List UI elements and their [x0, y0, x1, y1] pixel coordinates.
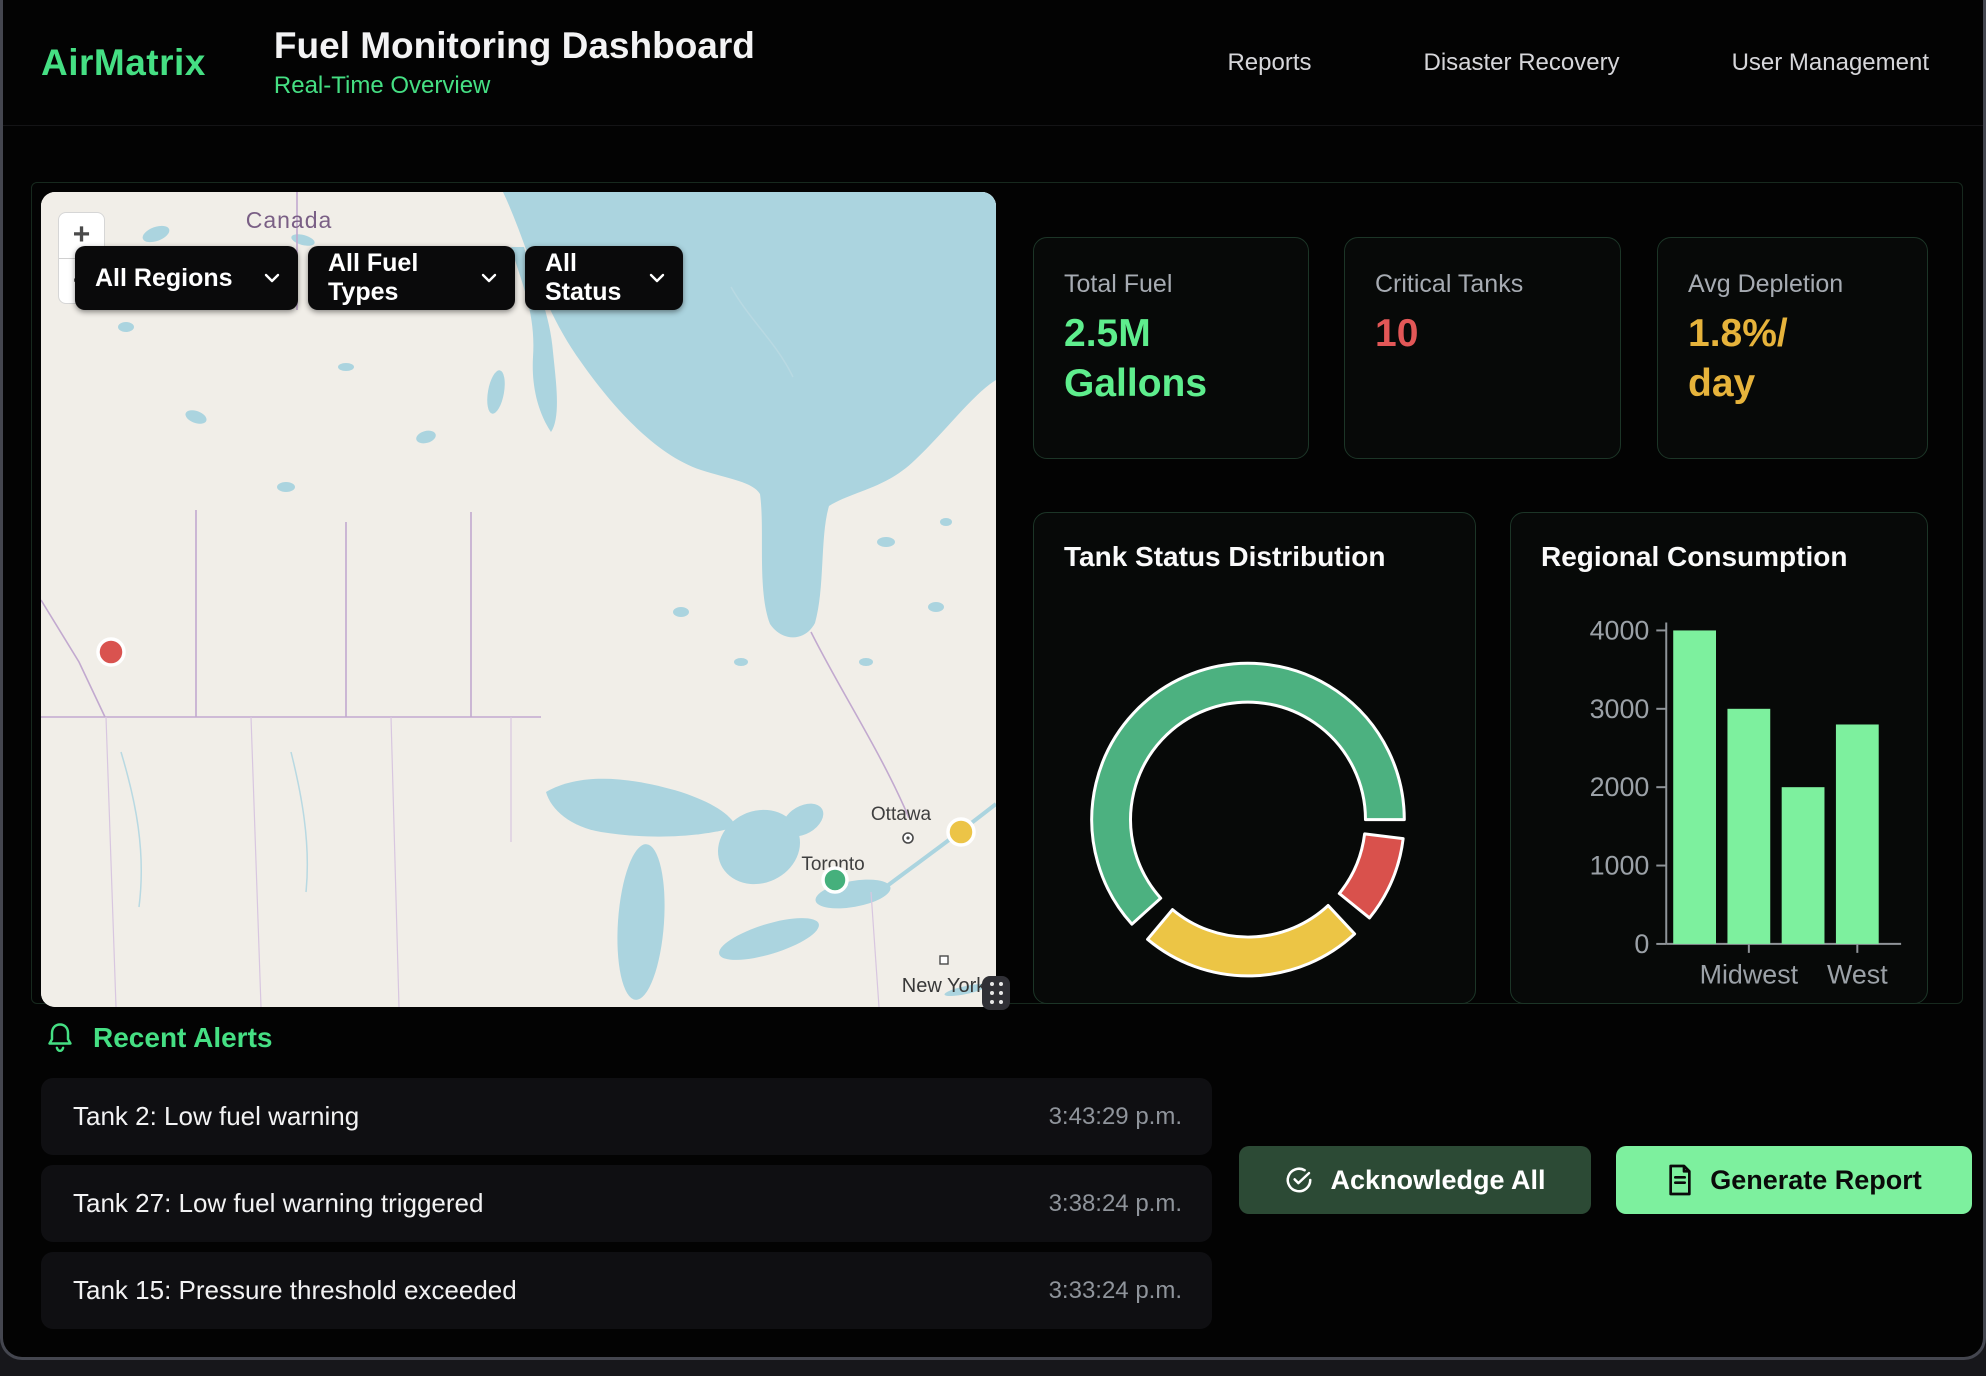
- map-canvas: Canada Ottawa Toronto New York: [41, 192, 996, 1007]
- new-york-city-symbol: [940, 956, 948, 964]
- alert-time: 3:33:24 p.m.: [1049, 1277, 1182, 1305]
- stat-value: 10: [1375, 309, 1590, 359]
- generate-report-label: Generate Report: [1710, 1165, 1922, 1196]
- page-subtitle: Real-Time Overview: [274, 72, 755, 100]
- tank-status-card: Tank Status Distribution: [1033, 512, 1476, 1004]
- y-tick-label: 2000: [1590, 772, 1650, 802]
- y-tick-label: 0: [1634, 929, 1649, 959]
- status-dropdown[interactable]: All Status: [525, 246, 683, 310]
- check-circle-icon: [1284, 1165, 1314, 1195]
- bell-icon: [45, 1022, 75, 1054]
- dashboard-window: AirMatrix Fuel Monitoring Dashboard Real…: [0, 0, 1986, 1360]
- stat-card-avg-depletion: Avg Depletion 1.8%/day: [1657, 237, 1928, 459]
- donut-segment-warning: [1148, 906, 1355, 976]
- stat-value: 2.5MGallons: [1064, 309, 1278, 409]
- bar-region-0: [1673, 630, 1716, 943]
- regions-dropdown[interactable]: All Regions: [75, 246, 298, 310]
- bar-region-3: [1836, 724, 1879, 943]
- x-tick-label: Midwest: [1700, 960, 1799, 990]
- stat-value: 1.8%/day: [1688, 309, 1897, 409]
- stat-label: Total Fuel: [1064, 270, 1278, 299]
- chevron-down-icon: [649, 273, 665, 283]
- generate-report-button[interactable]: Generate Report: [1616, 1146, 1972, 1214]
- header: AirMatrix Fuel Monitoring Dashboard Real…: [3, 0, 1983, 126]
- ottawa-city-dot: [906, 836, 909, 839]
- stat-card-critical-tanks: Critical Tanks 10: [1344, 237, 1621, 459]
- alerts-header: Recent Alerts: [45, 1022, 272, 1054]
- map-label-canada: Canada: [246, 207, 333, 233]
- tank-status-donut-chart: [1034, 513, 1475, 1003]
- bar-region-1: [1727, 709, 1770, 944]
- alert-time: 3:43:29 p.m.: [1049, 1103, 1182, 1131]
- bar-region-2: [1782, 787, 1825, 944]
- stat-card-total-fuel: Total Fuel 2.5MGallons: [1033, 237, 1309, 459]
- regions-dropdown-value: All Regions: [95, 264, 233, 293]
- chevron-down-icon: [264, 273, 280, 283]
- fuel-map[interactable]: Canada Ottawa Toronto New York + − All R…: [41, 192, 996, 1007]
- nav-reports[interactable]: Reports: [1227, 49, 1311, 77]
- title-block: Fuel Monitoring Dashboard Real-Time Over…: [274, 25, 755, 100]
- page-title: Fuel Monitoring Dashboard: [274, 25, 755, 67]
- map-label-ottawa: Ottawa: [871, 804, 932, 825]
- x-tick-label: West: [1827, 960, 1888, 990]
- chevron-down-icon: [481, 273, 497, 283]
- alert-row: Tank 2: Low fuel warning 3:43:29 p.m.: [41, 1078, 1212, 1155]
- acknowledge-all-button[interactable]: Acknowledge All: [1239, 1146, 1591, 1214]
- fuel-types-dropdown-value: All Fuel Types: [328, 249, 467, 307]
- nav-disaster-recovery[interactable]: Disaster Recovery: [1424, 49, 1620, 77]
- map-filter-bar: All Regions All Fuel Types All Status: [75, 246, 683, 310]
- document-icon: [1666, 1164, 1694, 1196]
- alert-row: Tank 27: Low fuel warning triggered 3:38…: [41, 1165, 1212, 1242]
- fuel-types-dropdown[interactable]: All Fuel Types: [308, 246, 515, 310]
- map-label-new-york: New York: [902, 975, 987, 997]
- alert-time: 3:38:24 p.m.: [1049, 1190, 1182, 1218]
- donut-segment-critical: [1339, 834, 1403, 918]
- tank-marker-normal[interactable]: [823, 868, 847, 892]
- stat-label: Critical Tanks: [1375, 270, 1590, 299]
- map-resize-handle[interactable]: [982, 976, 1010, 1010]
- regional-consumption-bar-chart: 0 1000 2000 3000 4000 Midwest West: [1511, 513, 1927, 1003]
- alert-row: Tank 15: Pressure threshold exceeded 3:3…: [41, 1252, 1212, 1329]
- alert-text: Tank 27: Low fuel warning triggered: [73, 1188, 483, 1219]
- regional-consumption-card: Regional Consumption 01000200030004000Mi…: [1510, 512, 1928, 1004]
- alerts-title: Recent Alerts: [93, 1022, 272, 1054]
- y-tick-label: 3000: [1590, 694, 1650, 724]
- alert-text: Tank 2: Low fuel warning: [73, 1101, 359, 1132]
- nav-user-management[interactable]: User Management: [1732, 49, 1929, 77]
- stat-label: Avg Depletion: [1688, 270, 1897, 299]
- y-tick-label: 4000: [1590, 615, 1650, 645]
- status-dropdown-value: All Status: [545, 249, 635, 307]
- tank-marker-critical[interactable]: [98, 639, 124, 665]
- main-nav: Reports Disaster Recovery User Managemen…: [1227, 49, 1929, 77]
- y-tick-label: 1000: [1590, 851, 1650, 881]
- brand-logo: AirMatrix: [41, 42, 206, 84]
- alert-text: Tank 15: Pressure threshold exceeded: [73, 1275, 517, 1306]
- acknowledge-all-label: Acknowledge All: [1330, 1165, 1545, 1196]
- tank-marker-warning[interactable]: [948, 819, 974, 845]
